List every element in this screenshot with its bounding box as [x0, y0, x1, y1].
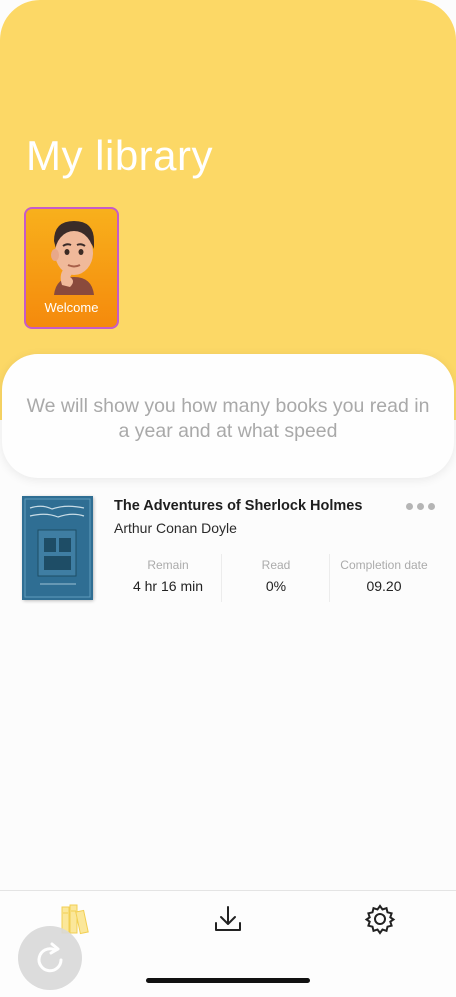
memoji-avatar [51, 221, 94, 295]
book-author: Arthur Conan Doyle [114, 520, 237, 536]
tab-settings[interactable] [364, 903, 396, 940]
page-title: My library [26, 132, 214, 179]
book-title: The Adventures of Sherlock Holmes [114, 498, 363, 514]
tab-downloads[interactable] [212, 903, 244, 940]
stat-read-value: 0% [265, 578, 287, 594]
stat-completion: Completion date 09.20 [334, 558, 434, 594]
welcome-card[interactable]: Welcome [24, 207, 119, 329]
stat-completion-label: Completion date [340, 558, 428, 572]
home-indicator [146, 978, 310, 983]
download-icon [215, 906, 241, 931]
gear-icon [364, 904, 396, 935]
stat-read: Read 0% [230, 558, 322, 594]
more-options-icon[interactable] [406, 498, 438, 514]
welcome-card-label: Welcome [44, 300, 99, 315]
stat-divider [329, 554, 330, 602]
book-cover-art [22, 496, 93, 600]
refresh-button[interactable] [18, 926, 82, 990]
stat-read-label: Read [261, 558, 291, 572]
refresh-icon [37, 942, 63, 973]
book-list-item[interactable]: The Adventures of Sherlock Holmes Arthur… [0, 492, 456, 612]
stat-remain: Remain 4 hr 16 min [120, 558, 216, 594]
stat-remain-label: Remain [147, 558, 189, 572]
stat-completion-value: 09.20 [366, 578, 402, 594]
book-cover[interactable] [22, 496, 93, 600]
stat-divider [221, 554, 222, 602]
reading-stats-message: We will show you how many books you read… [26, 395, 430, 442]
reading-stats-card: We will show you how many books you read… [2, 354, 454, 478]
stat-remain-value: 4 hr 16 min [132, 578, 204, 594]
